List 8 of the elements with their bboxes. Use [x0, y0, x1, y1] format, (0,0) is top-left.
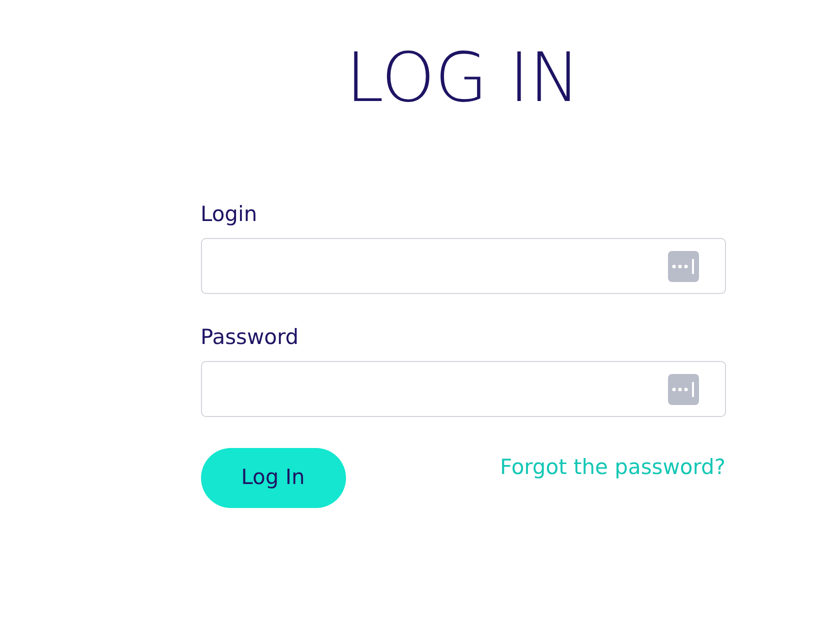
login-button[interactable]: Log In	[200, 448, 346, 508]
dots-icon[interactable]	[668, 250, 698, 282]
input-field[interactable]	[200, 361, 726, 417]
input-field[interactable]	[200, 238, 726, 294]
field-label: Login	[200, 201, 258, 228]
dots-icon[interactable]	[668, 374, 698, 404]
field-label: Password	[200, 324, 299, 351]
page-title: LOG IN	[346, 38, 580, 120]
